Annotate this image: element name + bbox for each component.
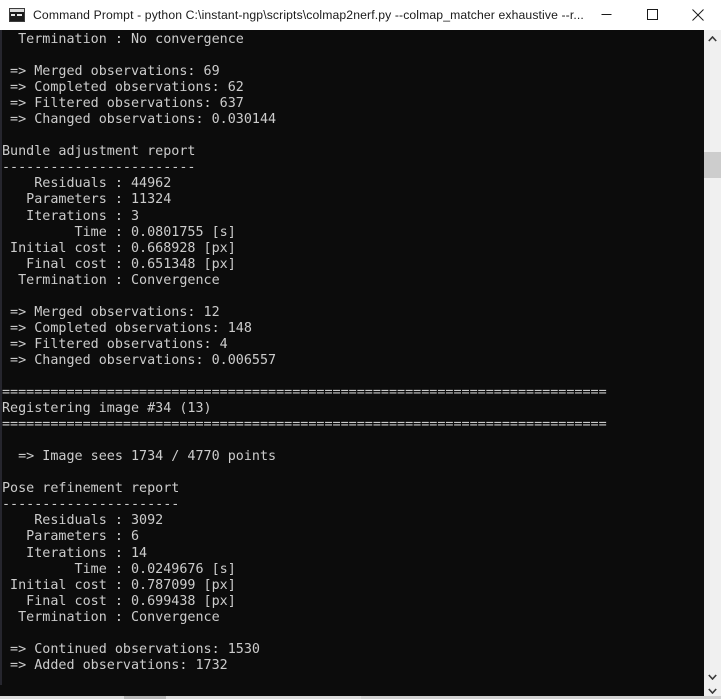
console-line: Final cost : 0.651348 [px] — [2, 256, 236, 272]
chevron-down-icon — [708, 673, 717, 680]
console-line: ------------------------ — [2, 160, 196, 176]
console-line: => Completed observations: 62 — [2, 80, 244, 96]
console-line-list: Termination : No convergence => Merged o… — [2, 32, 607, 685]
command-prompt-window: Command Prompt - python C:\instant-ngp\s… — [0, 0, 721, 699]
console-line: => Filtered observations: 637 — [2, 96, 244, 112]
console-line: Residuals : 44962 — [2, 176, 172, 192]
console-line: => Changed observations: 0.030144 — [2, 112, 277, 128]
maximize-icon — [646, 9, 658, 20]
horizontal-scrollbar-track[interactable] — [0, 685, 704, 696]
window-controls — [583, 0, 721, 29]
scroll-up-button[interactable] — [704, 30, 721, 47]
console-line: Parameters : 6 — [2, 529, 140, 545]
console-line: => Merged observations: 69 — [2, 64, 220, 80]
console-line: Iterations : 14 — [2, 545, 148, 561]
console-line: => Merged observations: 12 — [2, 304, 220, 320]
vertical-scrollbar-thumb[interactable] — [704, 152, 721, 178]
minimize-icon — [601, 14, 611, 15]
console-line: Final cost : 0.699438 [px] — [2, 593, 236, 609]
vertical-scrollbar[interactable] — [703, 30, 721, 685]
console-area: Termination : No convergence => Merged o… — [0, 30, 721, 685]
console-line: => Added observations: 1732 — [2, 657, 228, 673]
chevron-up-icon — [708, 35, 717, 42]
chevron-down-icon — [708, 687, 717, 694]
minimize-button[interactable] — [583, 0, 629, 29]
close-icon — [692, 8, 704, 21]
title-bar[interactable]: Command Prompt - python C:\instant-ngp\s… — [0, 0, 721, 30]
console-line: Termination : Convergence — [2, 272, 220, 288]
close-button[interactable] — [675, 0, 721, 29]
console-line: Iterations : 3 — [2, 208, 140, 224]
console-line: Residuals : 3092 — [2, 513, 164, 529]
console-line: Time : 0.0249676 [s] — [2, 561, 236, 577]
console-line: ========================================… — [2, 385, 607, 401]
console-icon — [9, 6, 25, 23]
console-line: ========================================… — [2, 417, 607, 433]
console-line: Parameters : 11324 — [2, 192, 172, 208]
console-line: Time : 0.0801755 [s] — [2, 224, 236, 240]
scroll-down-button[interactable] — [704, 668, 721, 685]
console-line: Pose refinement report — [2, 481, 180, 497]
console-line: Bundle adjustment report — [2, 144, 196, 160]
console-line: => Changed observations: 0.006557 — [2, 352, 277, 368]
console-line: Registering image #34 (13) — [2, 401, 212, 417]
window-title: Command Prompt - python C:\instant-ngp\s… — [33, 7, 583, 22]
console-line: => Image sees 1734 / 4770 points — [2, 449, 277, 465]
console-line: Termination : Convergence — [2, 609, 220, 625]
maximize-button[interactable] — [629, 0, 675, 29]
console-line: Initial cost : 0.668928 [px] — [2, 240, 236, 256]
console-line: => Completed observations: 148 — [2, 320, 252, 336]
scrollbar-corner[interactable] — [704, 685, 721, 696]
console-line: ---------------------- — [2, 497, 180, 513]
console-output[interactable]: Termination : No convergence => Merged o… — [2, 30, 703, 685]
console-line: Termination : No convergence — [2, 32, 244, 47]
horizontal-scrollbar[interactable] — [0, 685, 721, 696]
console-line: => Continued observations: 1530 — [2, 641, 260, 657]
console-line: Initial cost : 0.787099 [px] — [2, 577, 236, 593]
console-line: => Filtered observations: 4 — [2, 336, 228, 352]
